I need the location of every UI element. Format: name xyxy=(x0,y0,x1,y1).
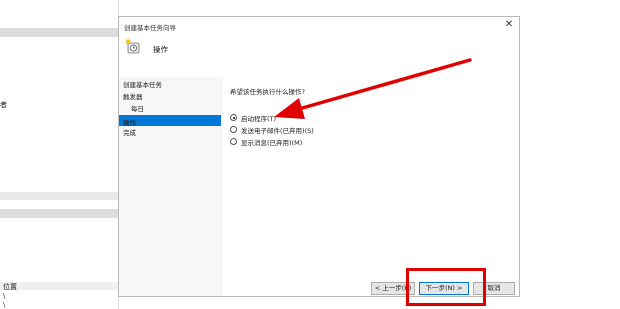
annotation-arrow xyxy=(274,58,472,119)
